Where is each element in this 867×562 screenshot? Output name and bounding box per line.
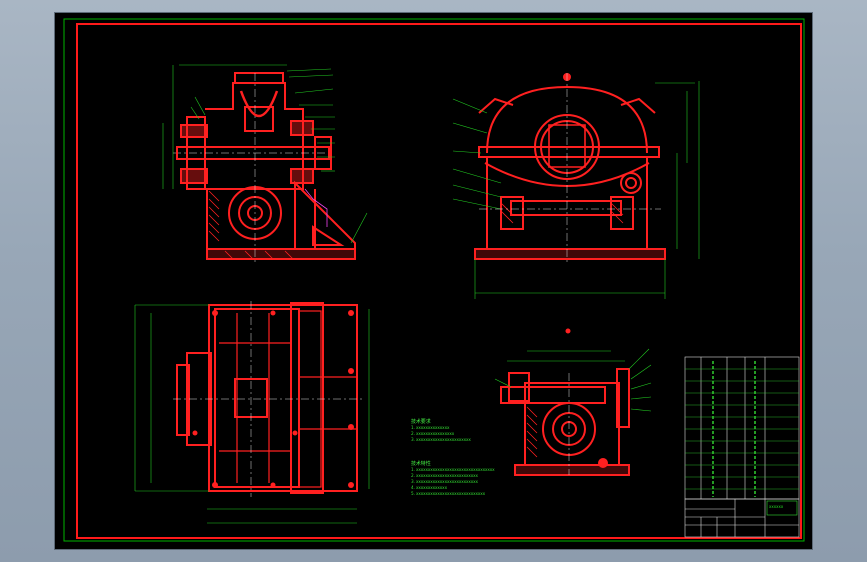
note-line: 5. xxxxxxxxxxxxxxxxxxxxxxxxxxxxx bbox=[411, 491, 485, 496]
front-view-dimensions bbox=[162, 64, 368, 244]
tech-characteristics-notes: 技术特性 1. xxxxxxxxxxxxxxxxxxxxxxxxxxxxxxxx… bbox=[411, 461, 495, 497]
note-line: 3. xxxxxxxxxxxxxxxxxxxxxxx bbox=[411, 437, 471, 442]
top-view bbox=[176, 302, 358, 494]
side-view bbox=[474, 73, 666, 260]
front-section-view bbox=[173, 72, 356, 260]
parts-list-table bbox=[684, 356, 800, 500]
cad-drawing-viewport[interactable]: 技术要求 1. xxxxxxxxxxxxxx 2. xxxxxxxxxxxxxx… bbox=[55, 13, 812, 549]
title-block-label: xxxxxx bbox=[769, 504, 784, 509]
side-view-dimensions bbox=[452, 81, 700, 299]
partial-section-view bbox=[500, 368, 630, 476]
tech-requirements-notes: 技术要求 1. xxxxxxxxxxxxxx 2. xxxxxxxxxxxxxx… bbox=[411, 419, 471, 443]
